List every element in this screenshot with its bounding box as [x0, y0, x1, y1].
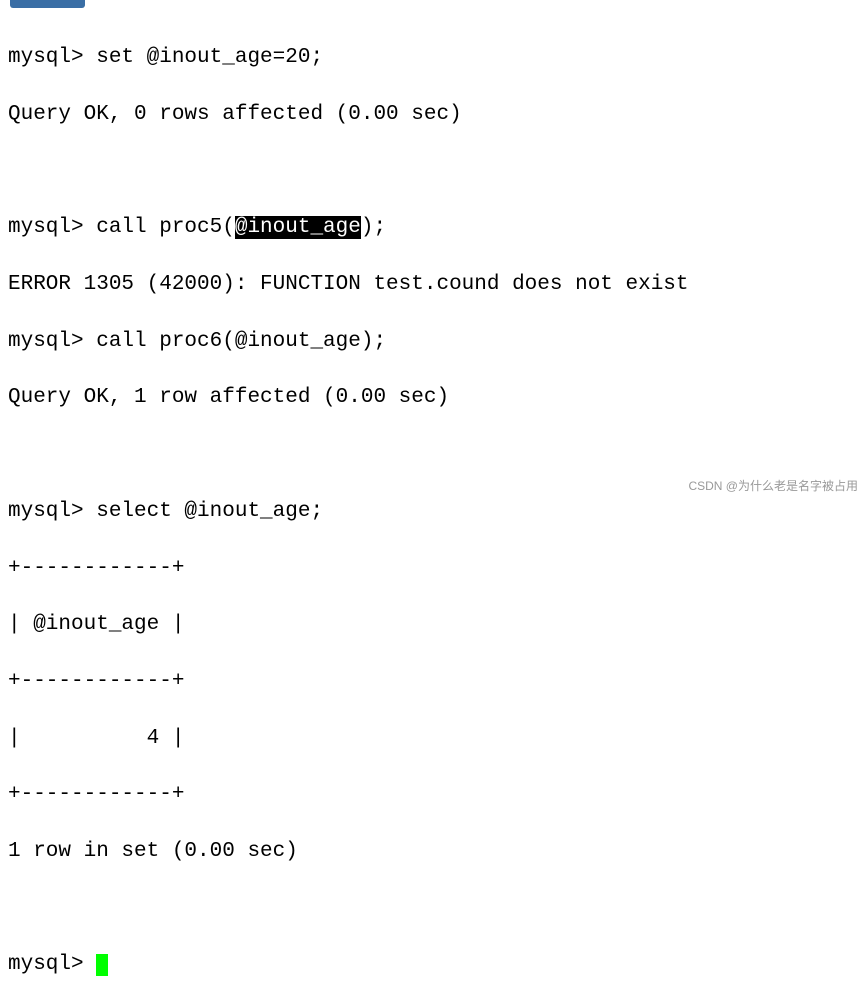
cmd-text: set @inout_age=20; — [96, 46, 323, 69]
cmd-text-a: call proc5( — [96, 216, 235, 239]
selected-text[interactable]: @inout_age — [235, 216, 361, 239]
cursor-block — [96, 954, 108, 976]
terminal-output: mysql> set @inout_age=20; Query OK, 0 ro… — [8, 16, 860, 1000]
result-line: 1 row in set (0.00 sec) — [8, 838, 860, 866]
cmd-line-call-proc6: mysql> call proc6(@inout_age); — [8, 328, 860, 356]
window-tab-fragment — [10, 0, 85, 8]
mysql-prompt: mysql> — [8, 500, 96, 523]
blank-line — [8, 441, 860, 469]
mysql-prompt: mysql> — [8, 216, 96, 239]
error-line: ERROR 1305 (42000): FUNCTION test.cound … — [8, 271, 860, 299]
cmd-line-set-var: mysql> set @inout_age=20; — [8, 44, 860, 72]
cmd-text-b: ); — [361, 216, 386, 239]
mysql-prompt: mysql> — [8, 46, 96, 69]
mysql-prompt: mysql> — [8, 953, 96, 976]
cmd-line-call-proc5: mysql> call proc5(@inout_age); — [8, 214, 860, 242]
prompt-line[interactable]: mysql> — [8, 951, 860, 979]
table-border: +------------+ — [8, 668, 860, 696]
table-border: +------------+ — [8, 555, 860, 583]
table-header: | @inout_age | — [8, 611, 860, 639]
blank-line — [8, 158, 860, 186]
csdn-watermark: CSDN @为什么老是名字被占用 — [688, 478, 858, 494]
result-line: Query OK, 1 row affected (0.00 sec) — [8, 384, 860, 412]
cmd-text: call proc6(@inout_age); — [96, 330, 386, 353]
table-border: +------------+ — [8, 781, 860, 809]
blank-line — [8, 895, 860, 923]
table-row: | 4 | — [8, 725, 860, 753]
cmd-text: select @inout_age; — [96, 500, 323, 523]
mysql-prompt: mysql> — [8, 330, 96, 353]
cmd-line-select: mysql> select @inout_age; — [8, 498, 860, 526]
result-line: Query OK, 0 rows affected (0.00 sec) — [8, 101, 860, 129]
